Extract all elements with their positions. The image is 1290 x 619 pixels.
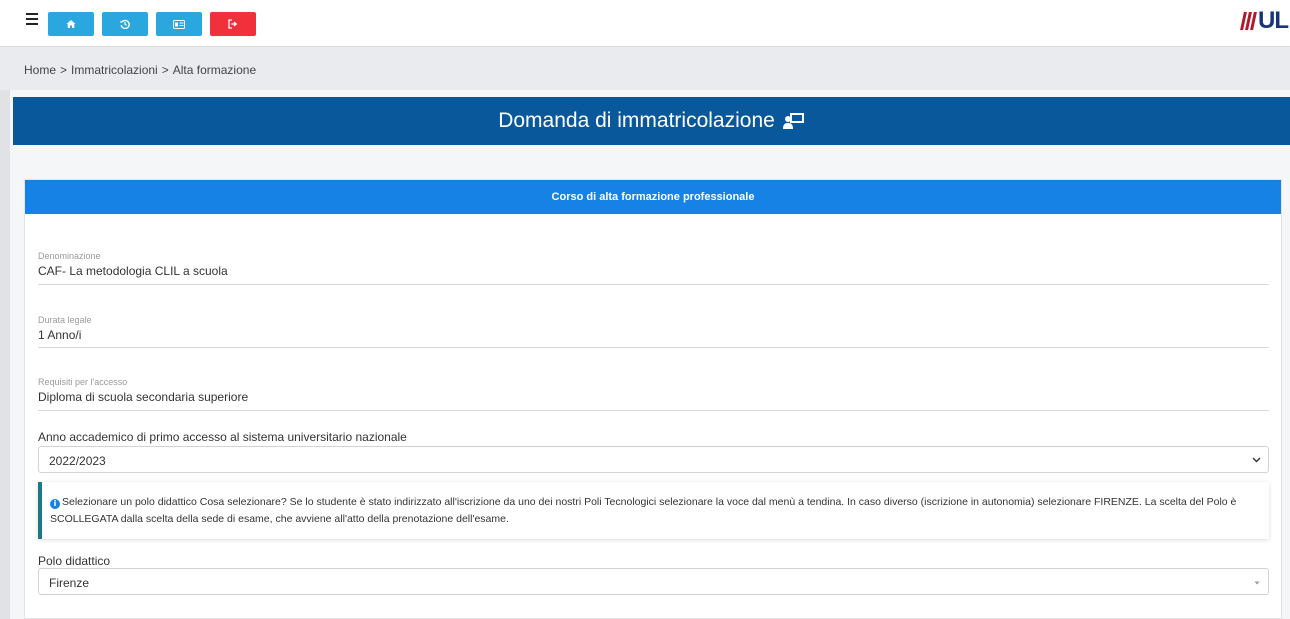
academic-year-select[interactable]: 2022/2023 xyxy=(38,446,1269,473)
info-icon: i xyxy=(50,499,60,509)
chevron-down-icon xyxy=(1252,457,1261,463)
history-button[interactable] xyxy=(102,12,148,36)
breadcrumb-separator: > xyxy=(60,63,68,77)
field-label: Durata legale xyxy=(38,315,92,325)
id-card-button[interactable] xyxy=(156,12,202,36)
caret-down-icon xyxy=(1254,581,1260,585)
breadcrumb-home[interactable]: Home xyxy=(24,63,56,77)
id-card-icon xyxy=(173,19,185,29)
logo-bars-icon xyxy=(1240,12,1257,30)
breadcrumb-alta-formazione: Alta formazione xyxy=(172,63,257,77)
durata-field: Durata legale 1 Anno/i xyxy=(38,315,1269,348)
card-header: Corso di alta formazione professionale xyxy=(25,180,1281,214)
home-button[interactable] xyxy=(48,12,94,36)
info-text: Selezionare un polo didattico Cosa selez… xyxy=(50,496,1237,525)
field-value: CAF- La metodologia CLIL a scuola xyxy=(38,264,228,278)
field-value: 1 Anno/i xyxy=(38,328,82,342)
home-icon xyxy=(66,20,76,28)
polo-select[interactable]: Firenze xyxy=(38,568,1269,595)
card-title: Corso di alta formazione professionale xyxy=(551,191,755,203)
info-alert: i Selezionare un polo didattico Cosa sele… xyxy=(38,482,1269,539)
polo-value: Firenze xyxy=(49,576,90,590)
denominazione-field: Denominazione CAF- La metodologia CLIL a… xyxy=(38,251,1269,285)
history-icon xyxy=(120,19,130,29)
hamburger-icon[interactable] xyxy=(26,13,38,27)
info-text-block: i Selezionare un polo didattico Cosa sele… xyxy=(50,494,1262,528)
polo-label: Polo didattico xyxy=(38,554,111,568)
field-value: Diploma di scuola secondaria superiore xyxy=(38,390,249,404)
left-edge xyxy=(0,90,10,619)
logout-button[interactable] xyxy=(210,12,256,36)
breadcrumb: Home > Immatricolazioni > Alta formazione xyxy=(24,63,260,77)
breadcrumb-immatricolazioni[interactable]: Immatricolazioni xyxy=(71,63,158,77)
course-card: Corso di alta formazione professionale D… xyxy=(24,179,1282,619)
logout-icon xyxy=(228,19,238,29)
field-label: Requisiti per l'accesso xyxy=(38,377,128,387)
iul-logo[interactable]: UL xyxy=(1240,7,1289,34)
top-bar: UL xyxy=(0,0,1290,47)
requisiti-field: Requisiti per l'accesso Diploma di scuol… xyxy=(38,377,1269,411)
breadcrumb-separator: > xyxy=(161,63,169,77)
field-label: Denominazione xyxy=(38,251,101,261)
academic-year-value: 2022/2023 xyxy=(49,454,106,468)
academic-year-label: Anno accademico di primo accesso al sist… xyxy=(38,430,407,444)
presentation-icon xyxy=(782,112,805,130)
page-header: Domanda di immatricolazione xyxy=(13,97,1290,145)
logo-text: UL xyxy=(1258,7,1289,34)
page-title: Domanda di immatricolazione xyxy=(498,109,775,132)
breadcrumb-bar: Home > Immatricolazioni > Alta formazione xyxy=(0,48,1290,90)
